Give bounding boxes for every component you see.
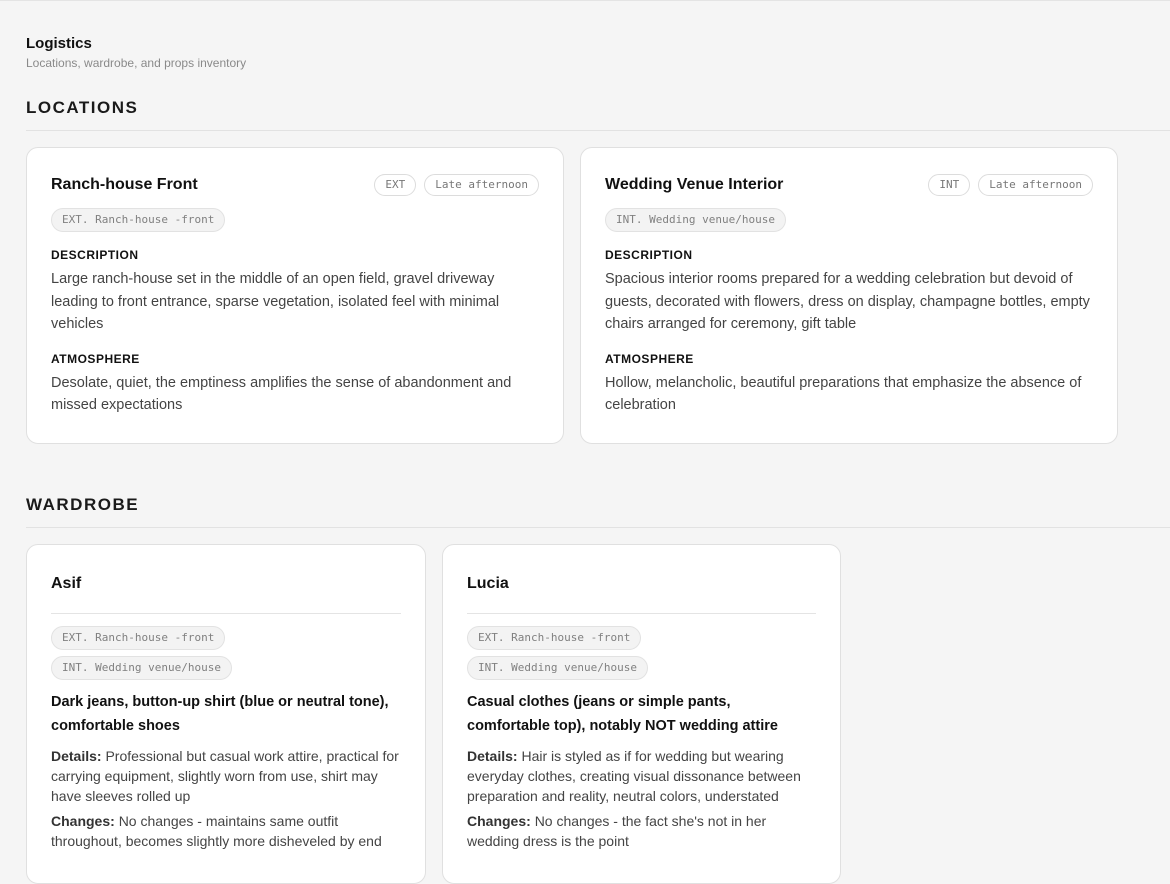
scene-slug-tag: EXT. Ranch-house -front <box>51 208 226 232</box>
section-title-locations: LOCATIONS <box>26 98 139 117</box>
section-divider <box>26 130 1170 131</box>
details-label: Details: <box>51 748 102 764</box>
location-atmosphere: Hollow, melancholic, beautiful preparati… <box>605 374 1082 414</box>
wardrobe-details: Details: Hair is styled as if for weddin… <box>467 746 816 806</box>
description-label: DESCRIPTION <box>51 248 139 262</box>
location-card-wedding-venue[interactable]: Wedding Venue Interior INT Late afternoo… <box>580 147 1118 444</box>
atmosphere-label: ATMOSPHERE <box>605 351 694 366</box>
scene-tags: EXT. Ranch-house -front INT. Wedding ven… <box>467 626 816 680</box>
wardrobe-summary: Casual clothes (jeans or simple pants, c… <box>467 694 778 734</box>
location-description: Spacious interior rooms prepared for a w… <box>605 271 1090 332</box>
changes-label: Changes: <box>467 813 531 829</box>
card-divider <box>51 613 401 614</box>
time-of-day-badge: Late afternoon <box>424 174 539 196</box>
details-label: Details: <box>467 748 518 764</box>
description-label: DESCRIPTION <box>605 248 693 262</box>
section-divider <box>26 527 1170 528</box>
card-divider <box>467 613 816 614</box>
scene-slug-tag: INT. Wedding venue/house <box>467 656 648 680</box>
atmosphere-label: ATMOSPHERE <box>51 351 140 366</box>
scene-slug-tag: EXT. Ranch-house -front <box>467 626 642 650</box>
location-description: Large ranch-house set in the middle of a… <box>51 271 500 332</box>
wardrobe-details: Details: Professional but casual work at… <box>51 746 401 806</box>
location-name: Wedding Venue Interior <box>605 176 784 193</box>
details-text: Professional but casual work attire, pra… <box>51 748 399 804</box>
scene-slug-tag: EXT. Ranch-house -front <box>51 626 226 650</box>
page-subtitle: Locations, wardrobe, and props inventory <box>26 56 247 70</box>
changes-label: Changes: <box>51 813 115 829</box>
page-title: Logistics <box>26 35 92 52</box>
scene-slug-tag: INT. Wedding venue/house <box>605 208 786 232</box>
wardrobe-summary: Dark jeans, button-up shirt (blue or neu… <box>51 694 389 734</box>
location-name: Ranch-house Front <box>51 176 198 193</box>
scene-slug-tag: INT. Wedding venue/house <box>51 656 232 680</box>
wardrobe-changes: Changes: No changes - maintains same out… <box>51 811 401 851</box>
location-atmosphere: Desolate, quiet, the emptiness amplifies… <box>51 374 512 414</box>
wardrobe-card-lucia[interactable]: Lucia EXT. Ranch-house -front INT. Weddi… <box>442 544 841 884</box>
details-text: Hair is styled as if for wedding but wea… <box>467 748 801 804</box>
character-name: Lucia <box>467 575 509 592</box>
wardrobe-changes: Changes: No changes - the fact she's not… <box>467 811 816 851</box>
time-of-day-badge: Late afternoon <box>978 174 1093 196</box>
character-name: Asif <box>51 575 82 592</box>
section-title-wardrobe: WARDROBE <box>26 495 140 514</box>
int-ext-badge: EXT <box>374 174 417 196</box>
location-card-ranch-house[interactable]: Ranch-house Front EXT Late afternoon EXT… <box>26 147 564 444</box>
wardrobe-card-asif[interactable]: Asif EXT. Ranch-house -front INT. Weddin… <box>26 544 426 884</box>
int-ext-badge: INT <box>928 174 971 196</box>
scene-tags: EXT. Ranch-house -front INT. Wedding ven… <box>51 626 401 680</box>
page-header: Logistics Locations, wardrobe, and props… <box>26 35 246 70</box>
